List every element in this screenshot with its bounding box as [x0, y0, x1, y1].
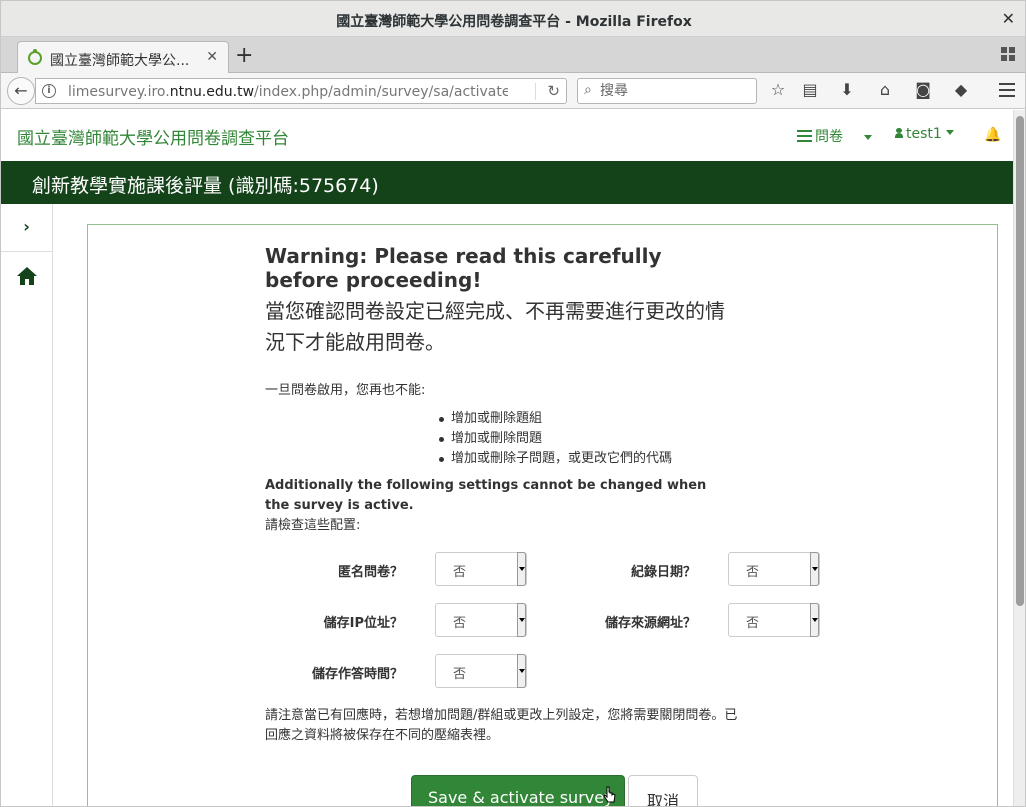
tab-list-icon[interactable] — [1001, 47, 1015, 61]
datestamp-select[interactable]: 否 — [728, 552, 820, 586]
datestamp-label: 紀錄日期？ — [630, 565, 696, 580]
refurl-select[interactable]: 否 — [728, 603, 820, 637]
title-bar: 國立臺灣師範大學公用問卷調查平台 - Mozilla Firefox ✕ — [1, 1, 1025, 37]
page-scrollbar[interactable] — [1013, 110, 1025, 806]
ipaddr-select[interactable]: 否 — [435, 603, 527, 637]
close-icon[interactable]: ✕ — [1002, 9, 1015, 28]
tab-label: 國立臺灣師範大學公... — [50, 53, 190, 69]
check-settings-label: 請檢查這些配置: — [265, 518, 361, 533]
url-bar[interactable]: i limesurvey.iro.ntnu.edu.tw/index.php/a… — [35, 78, 567, 104]
favicon-icon — [28, 49, 42, 65]
user-caret-icon — [946, 130, 955, 135]
pocket-icon[interactable]: ◙ — [913, 80, 933, 100]
select-arrow-icon — [517, 552, 526, 586]
url-text[interactable]: limesurvey.iro.ntnu.edu.tw/index.php/adm… — [68, 84, 508, 100]
page-content: 國立臺灣師範大學公用問卷調查平台 問卷 test1 🔔 創新教學實施課後評量 (… — [1, 110, 1015, 806]
ipaddr-label: 儲存IP位址？ — [323, 616, 403, 631]
survey-menu-caret-icon[interactable] — [864, 132, 872, 147]
navigation-toolbar: ← i limesurvey.iro.ntnu.edu.tw/index.php… — [1, 73, 1025, 109]
datestamp-value: 否 — [746, 565, 760, 580]
ipaddr-value: 否 — [453, 616, 467, 631]
menu-icon[interactable] — [999, 83, 1015, 97]
refurl-value: 否 — [746, 616, 760, 631]
refurl-label: 儲存來源網址？ — [604, 616, 696, 631]
site-brand[interactable]: 國立臺灣師範大學公用問卷調查平台 — [17, 124, 289, 149]
bookmark-star-icon[interactable]: ☆ — [768, 80, 788, 100]
download-icon[interactable]: ⬇ — [837, 80, 857, 100]
warning-subheading: 當您確認問卷設定已經完成、不再需要進行更改的情況下才能啟用問卷。 — [265, 299, 725, 354]
home-icon[interactable]: ⌂ — [875, 80, 895, 100]
new-tab-icon[interactable]: + — [235, 43, 253, 68]
anonymized-select[interactable]: 否 — [435, 552, 527, 586]
save-activate-button[interactable]: Save & activate survey — [411, 775, 625, 806]
cancel-button[interactable]: 取消 — [628, 775, 698, 806]
select-arrow-icon — [810, 552, 819, 586]
survey-menu[interactable]: 問卷 — [797, 126, 843, 146]
back-arrow-icon[interactable]: ← — [7, 77, 35, 105]
list-icon — [797, 130, 812, 142]
scrollbar-thumb[interactable] — [1016, 116, 1024, 606]
search-icon: ⌕ — [584, 82, 592, 98]
reload-icon[interactable]: ↻ — [547, 82, 560, 100]
list-item: 增加或刪除題組 — [439, 409, 745, 429]
restrictions-intro: 一旦問卷啟用，您再也不能: — [265, 383, 426, 398]
browser-window: 國立臺灣師範大學公用問卷調查平台 - Mozilla Firefox ✕ 國立臺… — [0, 0, 1026, 807]
anonymized-value: 否 — [453, 565, 467, 580]
tab-close-icon[interactable]: ✕ — [206, 49, 218, 65]
search-bar[interactable]: ⌕ — [577, 78, 757, 104]
search-input[interactable] — [600, 82, 750, 100]
closing-note: 請注意當已有回應時，若想增加問題/群組或更改上列設定，您將需要關閉問卷。已回應之… — [265, 708, 738, 743]
side-menu: › — [1, 204, 53, 806]
additional-settings-note: Additionally the following settings cann… — [265, 478, 707, 513]
select-arrow-icon — [517, 603, 526, 637]
list-item: 增加或刪除問題 — [439, 429, 745, 449]
bell-icon[interactable]: 🔔 — [984, 127, 1001, 143]
tab-strip: 國立臺灣師範大學公... ✕ + — [1, 37, 1025, 74]
url-separator — [535, 83, 536, 100]
select-arrow-icon — [810, 603, 819, 637]
user-menu[interactable]: test1 — [895, 126, 955, 142]
savetimings-label: 儲存作答時間？ — [311, 667, 403, 682]
info-icon[interactable]: i — [42, 84, 56, 98]
reading-list-icon[interactable]: ▤ — [800, 80, 820, 100]
restrictions-list: 增加或刪除題組 增加或刪除問題 增加或刪除子問題，或更改它們的代碼 — [439, 409, 745, 469]
window-title: 國立臺灣師範大學公用問卷調查平台 - Mozilla Firefox — [336, 14, 692, 30]
survey-title: 創新教學實施課後評量 (識別碼:575674) — [32, 175, 379, 197]
savetimings-select[interactable]: 否 — [435, 654, 527, 688]
warning-content: Warning: Please read this carefully befo… — [265, 244, 745, 536]
select-arrow-icon — [517, 654, 526, 688]
list-item: 增加或刪除子問題，或更改它們的代碼 — [439, 449, 745, 469]
mouse-cursor-icon — [603, 786, 616, 803]
sync-icon[interactable]: ◆ — [951, 80, 971, 100]
survey-title-bar: 創新教學實施課後評量 (識別碼:575674) — [1, 161, 1015, 204]
savetimings-value: 否 — [453, 667, 467, 682]
warning-heading: Warning: Please read this carefully befo… — [265, 244, 662, 292]
browser-tab[interactable]: 國立臺灣師範大學公... ✕ — [17, 41, 229, 74]
chevron-right-icon[interactable]: › — [1, 204, 52, 252]
site-navbar: 國立臺灣師範大學公用問卷調查平台 問卷 test1 🔔 — [1, 110, 1015, 161]
user-icon — [895, 128, 903, 138]
anonymized-label: 匿名問卷？ — [337, 565, 403, 580]
home-icon[interactable] — [16, 266, 38, 286]
